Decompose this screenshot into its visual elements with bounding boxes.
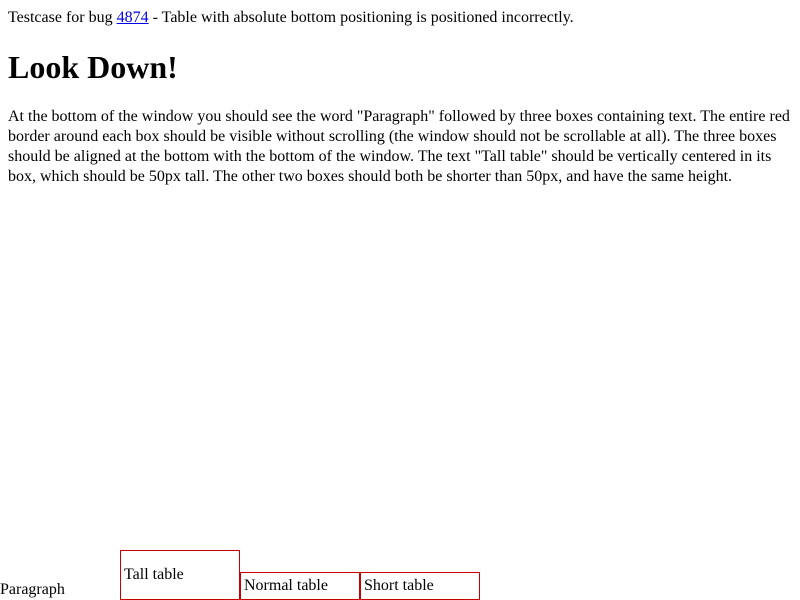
intro-prefix: Testcase for bug bbox=[8, 9, 117, 26]
bug-link[interactable]: 4874 bbox=[117, 9, 149, 26]
intro-line: Testcase for bug 4874 - Table with absol… bbox=[8, 8, 792, 28]
paragraph-word: Paragraph bbox=[0, 581, 65, 598]
description-paragraph: At the bottom of the window you should s… bbox=[8, 108, 790, 185]
page-content: Testcase for bug 4874 - Table with absol… bbox=[8, 8, 792, 187]
page-heading: Look Down! bbox=[8, 49, 178, 85]
tall-table-label: Tall table bbox=[124, 566, 184, 583]
short-table-box: Short table bbox=[360, 572, 480, 600]
short-table-label: Short table bbox=[364, 577, 434, 594]
bottom-row: Paragraph Tall table Normal table Short … bbox=[0, 550, 480, 600]
tall-table-box: Tall table bbox=[120, 550, 240, 600]
normal-table-label: Normal table bbox=[244, 577, 328, 594]
intro-suffix: - Table with absolute bottom positioning… bbox=[148, 9, 574, 26]
normal-table-box: Normal table bbox=[240, 572, 360, 600]
